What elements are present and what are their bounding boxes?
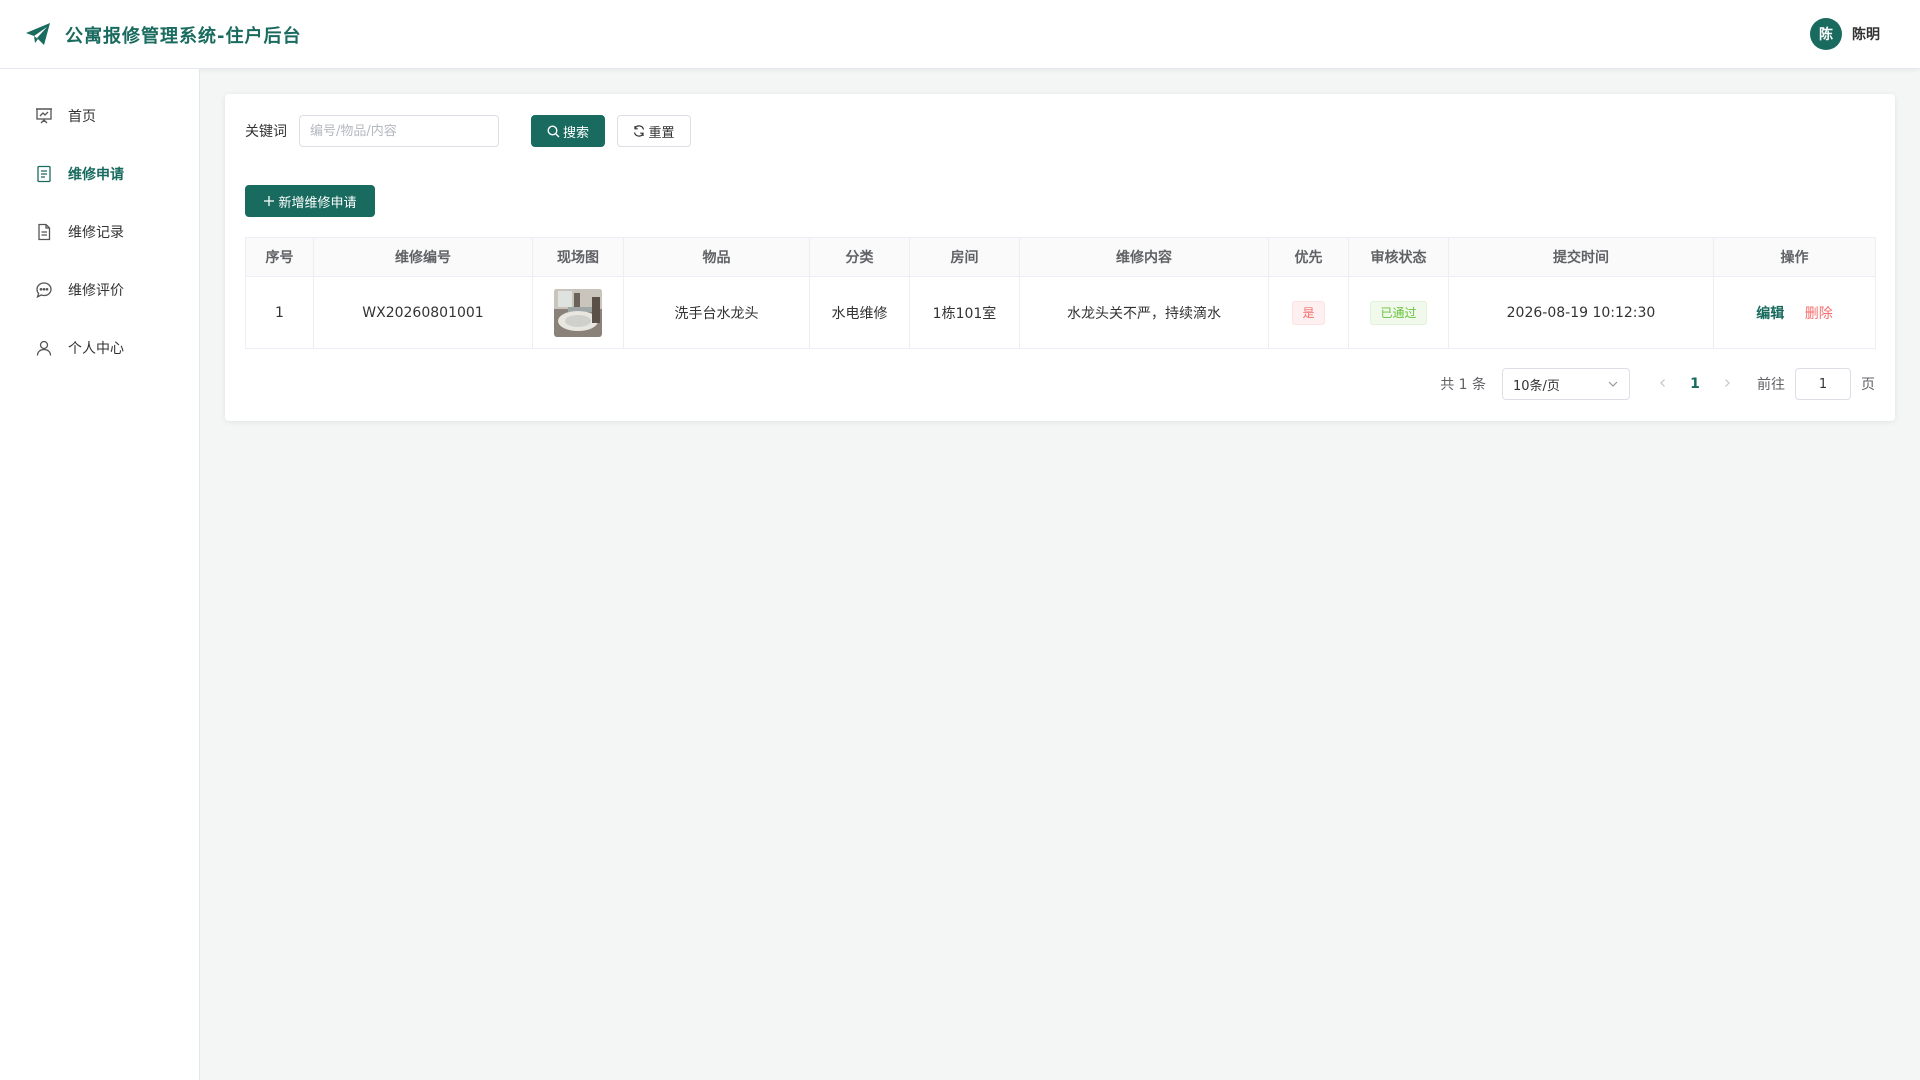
column-header: 维修内容 (1019, 237, 1269, 277)
page-size-value: 10条/页 (1513, 378, 1560, 394)
column-header: 审核状态 (1348, 237, 1449, 277)
prev-page-button[interactable] (1647, 376, 1679, 392)
repair-code: WX20260801001 (313, 276, 533, 349)
column-header: 提交时间 (1448, 237, 1714, 277)
status-cell: 已通过 (1348, 276, 1449, 349)
delete-link[interactable]: 删除 (1805, 306, 1833, 322)
goto-label: 前往 (1757, 377, 1785, 393)
sidebar-item-repair-review[interactable]: 维修评价 (0, 261, 199, 319)
search-icon (547, 124, 560, 137)
row-index: 1 (245, 276, 314, 349)
actions-cell: 编辑 删除 (1713, 276, 1876, 349)
sidebar-item-label: 维修申请 (68, 167, 124, 183)
edit-link[interactable]: 编辑 (1756, 306, 1784, 322)
reset-button[interactable]: 重置 (617, 115, 691, 147)
sidebar-item-label: 维修评价 (68, 283, 124, 299)
add-repair-request-button[interactable]: 新增维修申请 (245, 185, 375, 217)
submit-time: 2026-08-19 10:12:30 (1448, 276, 1714, 349)
repair-content: 水龙头关不严，持续滴水 (1019, 276, 1269, 349)
sidebar-item-label: 首页 (68, 109, 96, 125)
item-name: 洗手台水龙头 (623, 276, 810, 349)
refresh-icon (634, 125, 645, 137)
sidebar-item-profile[interactable]: 个人中心 (0, 319, 199, 377)
search-button-label: 搜索 (562, 125, 589, 141)
pagination: 共 1 条 10条/页 1 前往 页 (1440, 368, 1875, 400)
sidebar-item-repair-records[interactable]: 维修记录 (0, 203, 199, 261)
main-card: 关键词 搜索 重置 新增维修申请 序号 (225, 94, 1895, 421)
sidebar: 首页 维修申请 维修记录 维修评价 个人中心 (0, 69, 200, 1080)
document-list-icon (37, 165, 51, 183)
status-badge: 已通过 (1370, 300, 1427, 325)
column-header: 物品 (623, 237, 810, 277)
top-header: 公寓报修管理系统-住户后台 陈 陈明 (0, 0, 1920, 69)
next-page-button[interactable] (1711, 376, 1743, 392)
column-header: 操作 (1713, 237, 1876, 277)
search-button[interactable]: 搜索 (531, 115, 605, 147)
priority-cell: 是 (1268, 276, 1349, 349)
page-number-current[interactable]: 1 (1679, 376, 1711, 392)
keyword-input[interactable] (299, 115, 499, 147)
app-title: 公寓报修管理系统-住户后台 (65, 26, 302, 47)
column-header: 序号 (245, 237, 314, 277)
presentation-chart-icon (36, 108, 52, 124)
table-row: 1 WX20260801001 洗手台水龙头 水电维修 1栋101室 水龙头关不… (245, 276, 1876, 349)
site-photo-cell (532, 276, 624, 349)
sidebar-item-label: 维修记录 (68, 225, 124, 241)
room: 1栋101室 (909, 276, 1020, 349)
column-header: 分类 (809, 237, 910, 277)
reset-button-label: 重置 (648, 125, 675, 141)
sidebar-item-label: 个人中心 (68, 341, 124, 357)
chevron-left-icon (1660, 379, 1665, 387)
column-header: 优先 (1268, 237, 1349, 277)
sidebar-item-repair-request[interactable]: 维修申请 (0, 145, 199, 203)
plus-icon (264, 196, 275, 206)
user-icon (36, 340, 52, 356)
search-bar: 关键词 搜索 重置 (245, 115, 691, 147)
page-suffix: 页 (1861, 377, 1875, 393)
add-button-label: 新增维修申请 (278, 195, 357, 211)
chevron-right-icon (1725, 379, 1730, 387)
site-photo-thumbnail[interactable] (554, 288, 602, 337)
sidebar-item-home[interactable]: 首页 (0, 87, 199, 145)
user-menu[interactable]: 陈 陈明 (1810, 18, 1880, 50)
goto-page-input[interactable] (1795, 368, 1851, 400)
total-count: 共 1 条 (1440, 377, 1486, 393)
repair-request-table: 序号 维修编号 现场图 物品 分类 房间 维修内容 优先 审核状态 提交时间 操… (245, 237, 1876, 349)
column-header: 房间 (909, 237, 1020, 277)
priority-badge: 是 (1292, 300, 1325, 325)
table-header-row: 序号 维修编号 现场图 物品 分类 房间 维修内容 优先 审核状态 提交时间 操… (245, 237, 1876, 277)
avatar[interactable]: 陈 (1810, 18, 1842, 50)
page-size-select[interactable]: 10条/页 (1502, 368, 1630, 400)
column-header: 现场图 (532, 237, 624, 277)
keyword-label: 关键词 (245, 124, 287, 140)
document-icon (38, 223, 51, 241)
username[interactable]: 陈明 (1852, 24, 1880, 44)
column-header: 维修编号 (313, 237, 533, 277)
category: 水电维修 (809, 276, 910, 349)
chat-bubble-icon (36, 282, 52, 299)
paper-plane-icon (26, 23, 50, 45)
chevron-down-icon (1608, 381, 1618, 387)
